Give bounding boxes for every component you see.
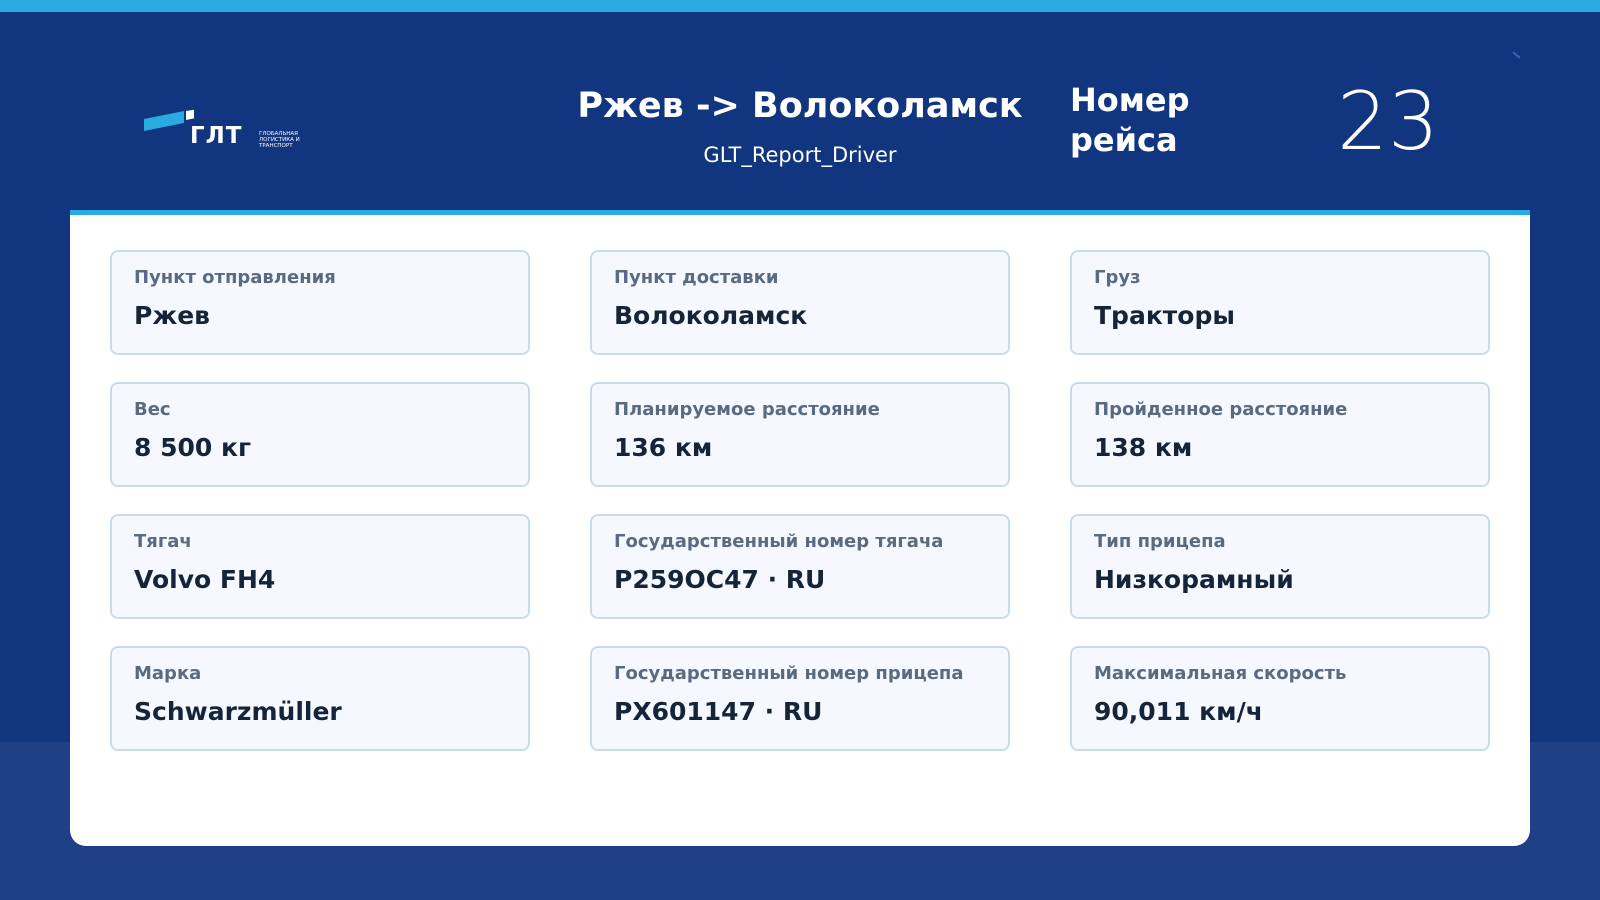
field-label: Тип прицепа	[1094, 531, 1226, 552]
field-value: 90,011 км/ч	[1094, 697, 1263, 726]
field-value: Волоколамск	[614, 301, 808, 330]
trip-details-grid: Пункт отправления Ржев Пункт доставки Во…	[110, 250, 1490, 751]
field-delivery-point: Пункт доставки Волоколамск	[590, 250, 1010, 355]
field-label: Пункт отправления	[134, 267, 336, 288]
field-value: Тракторы	[1094, 301, 1235, 330]
field-label: Вес	[134, 399, 171, 420]
field-trailer-type: Тип прицепа Низкорамный	[1070, 514, 1490, 619]
field-value: 136 км	[614, 433, 713, 462]
field-tractor-plate: Государственный номер тягача Р259ОС47 · …	[590, 514, 1010, 619]
field-label: Государственный номер прицепа	[614, 663, 964, 684]
field-label: Груз	[1094, 267, 1141, 288]
field-value: 8 500 кг	[134, 433, 252, 462]
field-value: Ржев	[134, 301, 210, 330]
field-trailer-brand: Марка Schwarzmüller	[110, 646, 530, 751]
trip-details-card: Пункт отправления Ржев Пункт доставки Во…	[70, 210, 1530, 846]
route-title: Ржев -> Волоколамск	[577, 86, 1023, 126]
trip-number-value: 23	[1337, 75, 1439, 168]
logo-wordmark: ГЛТ	[190, 123, 243, 149]
field-max-speed: Максимальная скорость 90,011 км/ч	[1070, 646, 1490, 751]
field-label: Марка	[134, 663, 202, 684]
field-planned-distance: Планируемое расстояние 136 км	[590, 382, 1010, 487]
field-value: Volvo FH4	[134, 565, 276, 594]
field-value: Р259ОС47 · RU	[614, 565, 826, 594]
trip-number-label: Номер рейса	[1070, 81, 1190, 159]
field-value: РХ601147 · RU	[614, 697, 823, 726]
field-label: Пройденное расстояние	[1094, 399, 1348, 420]
field-value: Schwarzmüller	[134, 697, 342, 726]
field-trailer-plate: Государственный номер прицепа РХ601147 ·…	[590, 646, 1010, 751]
field-value: Низкорамный	[1094, 565, 1294, 594]
top-accent-stripe	[0, 0, 1600, 12]
company-logo: ГЛТ ГЛОБАЛЬНАЯ ЛОГИСТИКА И ТРАНСПОРТ	[144, 108, 324, 156]
field-cargo: Груз Тракторы	[1070, 250, 1490, 355]
report-name: GLT_Report_Driver	[703, 143, 897, 167]
field-label: Тягач	[134, 531, 192, 552]
field-departure-point: Пункт отправления Ржев	[110, 250, 530, 355]
field-label: Планируемое расстояние	[614, 399, 880, 420]
logo-stripes-icon	[144, 109, 194, 131]
logo-tagline: ГЛОБАЛЬНАЯ ЛОГИСТИКА И ТРАНСПОРТ	[259, 131, 300, 149]
field-tractor: Тягач Volvo FH4	[110, 514, 530, 619]
field-label: Государственный номер тягача	[614, 531, 944, 552]
field-label: Пункт доставки	[614, 267, 779, 288]
field-value: 138 км	[1094, 433, 1193, 462]
field-traveled-distance: Пройденное расстояние 138 км	[1070, 382, 1490, 487]
field-label: Максимальная скорость	[1094, 663, 1347, 684]
field-weight: Вес 8 500 кг	[110, 382, 530, 487]
